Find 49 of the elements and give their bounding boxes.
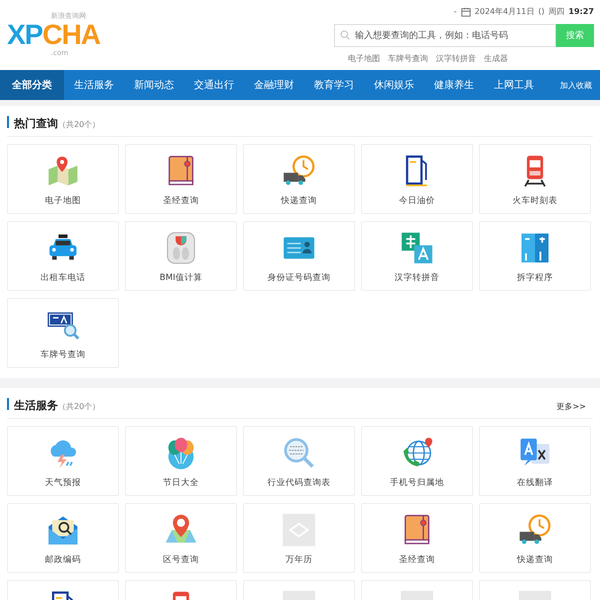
tool-tile[interactable]: 电子地图 [7,144,119,214]
tool-tile[interactable]: 区号查询 [125,503,237,573]
tool-tile[interactable]: 快递查询 [243,144,355,214]
section-count: （共20个） [58,401,100,412]
bookmark-link[interactable]: 加入收藏 [560,70,600,100]
hot-search-link[interactable]: 车牌号查询 [388,53,428,64]
nav-tab[interactable]: 生活服务 [64,70,124,100]
nav-tab[interactable]: 教育学习 [304,70,364,100]
lunar-text: () [538,7,545,16]
time-text: 19:27 [568,7,594,16]
nav-tab[interactable]: 休闲娱乐 [364,70,424,100]
tool-tile[interactable]: 在线翻译 [479,426,591,496]
section-title: 热门查询 [14,116,58,131]
tool-tile[interactable]: 手机号归属地 [361,426,473,496]
tool-tile[interactable]: 火车时刻表 [479,144,591,214]
tool-tile[interactable]: 行业代码查询表 [243,426,355,496]
tool-tile[interactable]: 今日油价 [361,144,473,214]
hot-search-link[interactable]: 电子地图 [348,53,380,64]
calendar-icon [460,6,471,16]
search-field[interactable]: 输入想要查询的工具，例如：电话号码 [334,24,556,47]
section-title: 生活服务 [14,398,58,413]
tool-tile[interactable]: 天气预报 [7,426,119,496]
tool-tile[interactable]: 拆字程序 [479,221,591,291]
more-link[interactable]: 更多>> [556,401,593,412]
tool-tile[interactable]: 万年历 [243,503,355,573]
tool-tile[interactable]: 车牌号查询 [7,298,119,368]
section-count: （共20个） [58,119,100,130]
tool-tile[interactable]: 汉字转拼音 [361,221,473,291]
date-text: 2024年4月11日 [474,6,534,17]
tool-tile[interactable]: 身份证号码查询 [243,221,355,291]
tool-tile[interactable]: 快递查询 [479,503,591,573]
tool-tile[interactable]: 圣经查询 [125,144,237,214]
nav-tab[interactable]: 新闻动态 [124,70,184,100]
tool-tile[interactable]: 出租车电话 [7,221,119,291]
nav-tab[interactable]: 交通出行 [184,70,244,100]
nav-tab[interactable]: 金融理财 [244,70,304,100]
nav-tab[interactable]: 健康养生 [424,70,484,100]
search-icon [340,30,350,40]
tool-tile[interactable]: 节日大全 [125,426,237,496]
hot-search-link[interactable]: 汉字转拼音 [436,53,476,64]
separator-text: - [454,7,457,16]
nav-tab[interactable]: 上网工具 [484,70,544,100]
nav-tab[interactable]: 全部分类 [0,70,64,100]
tool-tile[interactable]: 圣经查询 [361,503,473,573]
translate-icon [399,230,435,266]
weekday-text: 周四 [548,6,565,17]
tool-tile[interactable]: BMI值计算 [125,221,237,291]
hot-search-link[interactable]: 生成器 [484,53,508,64]
tool-tile[interactable]: 邮政编码 [7,503,119,573]
